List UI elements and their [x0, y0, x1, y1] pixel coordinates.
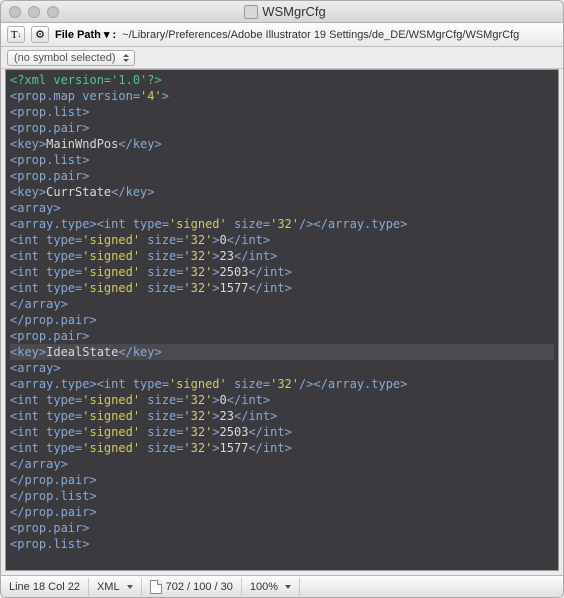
code-line[interactable]: <array> [10, 360, 554, 376]
code-line[interactable]: <prop.list> [10, 104, 554, 120]
code-line[interactable]: <prop.pair> [10, 168, 554, 184]
code-line[interactable]: <int type='signed' size='32'>0</int> [10, 392, 554, 408]
code-line[interactable]: <prop.list> [10, 152, 554, 168]
code-editor[interactable]: <?xml version='1.0'?><prop.map version='… [6, 70, 558, 570]
code-line[interactable]: <int type='signed' size='32'>2503</int> [10, 424, 554, 440]
code-line[interactable]: <int type='signed' size='32'>1577</int> [10, 280, 554, 296]
code-line[interactable]: <array.type><int type='signed' size='32'… [10, 376, 554, 392]
page-icon [150, 580, 162, 594]
code-line[interactable]: <?xml version='1.0'?> [10, 72, 554, 88]
code-line[interactable]: <prop.map version='4'> [10, 88, 554, 104]
statusbar: Line 18 Col 22 XML 702 / 100 / 30 100% [1, 575, 563, 597]
code-line[interactable]: </prop.pair> [10, 472, 554, 488]
symbol-row: (no symbol selected) [1, 47, 563, 69]
code-line[interactable]: <array> [10, 200, 554, 216]
editor-wrap: <?xml version='1.0'?><prop.map version='… [5, 69, 559, 571]
language-mode[interactable]: XML [89, 578, 142, 596]
text-tool-button[interactable]: T↓ [7, 26, 25, 43]
code-line[interactable]: </array> [10, 456, 554, 472]
doc-stats[interactable]: 702 / 100 / 30 [142, 578, 242, 596]
code-line[interactable]: <int type='signed' size='32'>23</int> [10, 248, 554, 264]
code-line[interactable]: <int type='signed' size='32'>0</int> [10, 232, 554, 248]
titlebar: WSMgrCfg [1, 1, 563, 23]
minimize-icon[interactable] [28, 6, 40, 18]
code-line[interactable]: <key>IdealState</key> [10, 344, 554, 360]
close-icon[interactable] [9, 6, 21, 18]
code-line[interactable]: <key>CurrState</key> [10, 184, 554, 200]
code-line[interactable]: <int type='signed' size='32'>1577</int> [10, 440, 554, 456]
window-title-text: WSMgrCfg [262, 4, 326, 19]
settings-button[interactable]: ⚙ [31, 26, 49, 43]
code-line[interactable]: <key>MainWndPos</key> [10, 136, 554, 152]
code-line[interactable]: <int type='signed' size='32'>2503</int> [10, 264, 554, 280]
zoom-level[interactable]: 100% [242, 578, 300, 596]
code-line[interactable]: <prop.pair> [10, 328, 554, 344]
code-line[interactable]: </array> [10, 296, 554, 312]
toolbar: T↓ ⚙ File Path ▾ : ~/Library/Preferences… [1, 23, 563, 47]
code-line[interactable]: <prop.list> [10, 536, 554, 552]
code-line[interactable]: <prop.pair> [10, 520, 554, 536]
cursor-position[interactable]: Line 18 Col 22 [1, 578, 89, 596]
symbol-selector[interactable]: (no symbol selected) [7, 50, 135, 66]
code-line[interactable]: </prop.pair> [10, 504, 554, 520]
document-icon [244, 5, 258, 19]
code-line[interactable]: </prop.pair> [10, 312, 554, 328]
code-line[interactable]: <int type='signed' size='32'>23</int> [10, 408, 554, 424]
window-title: WSMgrCfg [59, 4, 511, 19]
code-line[interactable]: </prop.list> [10, 488, 554, 504]
code-line[interactable]: <prop.pair> [10, 120, 554, 136]
file-path[interactable]: ~/Library/Preferences/Adobe Illustrator … [122, 29, 519, 41]
file-path-label[interactable]: File Path ▾ : [55, 28, 116, 41]
zoom-icon[interactable] [47, 6, 59, 18]
code-line[interactable]: <array.type><int type='signed' size='32'… [10, 216, 554, 232]
traffic-lights [9, 6, 59, 18]
